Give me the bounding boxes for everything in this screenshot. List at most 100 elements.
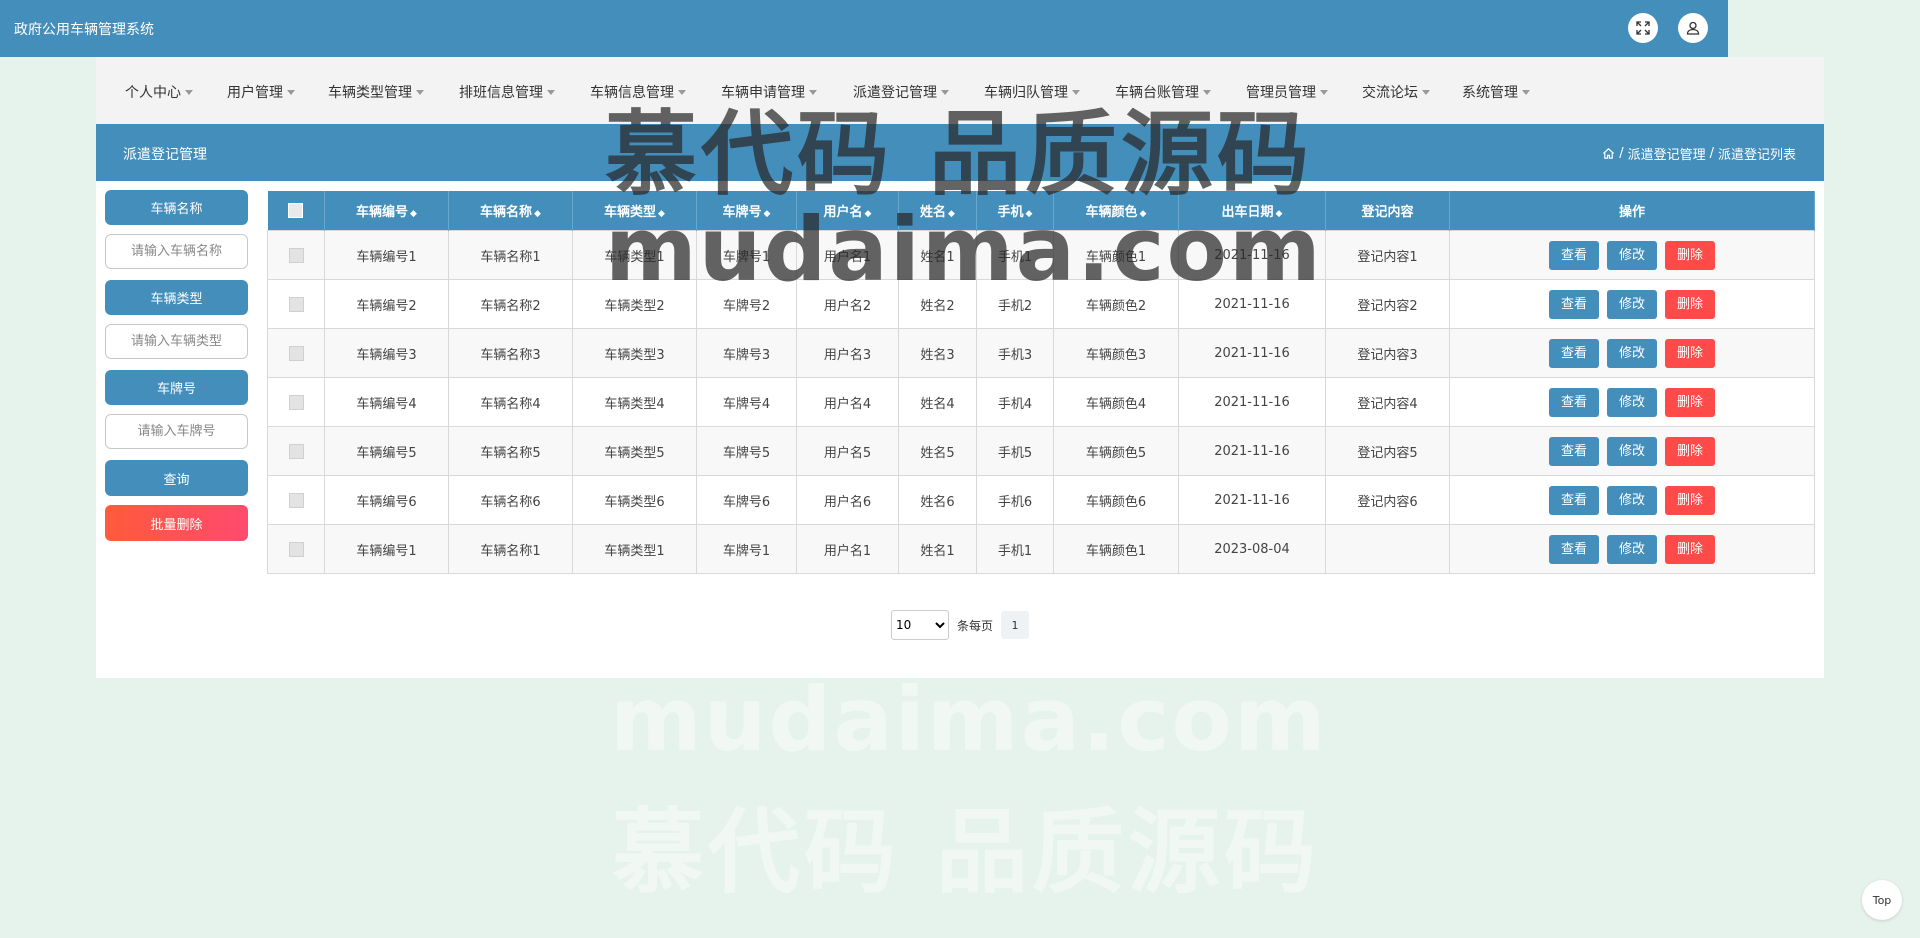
view-button[interactable]: 查看 — [1548, 436, 1599, 466]
table-cell: 车辆颜色4 — [1053, 377, 1179, 427]
delete-button[interactable]: 删除 — [1665, 289, 1716, 319]
table-cell: 姓名5 — [898, 426, 977, 476]
nav-item-8[interactable]: 车辆台账管理 — [1115, 82, 1211, 102]
search-input-plate-number[interactable] — [105, 414, 248, 449]
column-header[interactable]: 车辆颜色 ◆ — [1053, 191, 1179, 231]
caret-down-icon — [1522, 89, 1530, 95]
sort-icon[interactable]: ◆ — [1140, 209, 1147, 219]
table-cell: 车辆名称4 — [448, 377, 573, 427]
table-cell: 2021-11-16 — [1178, 230, 1326, 280]
view-button[interactable]: 查看 — [1548, 338, 1599, 368]
table-header: 车辆编号 ◆ 车辆名称 ◆ 车辆类型 ◆ 车牌号 ◆ 用户名 ◆ 姓名 ◆ 手机 ◆ 车辆颜色 ◆ 出车日期 ◆ 登… — [267, 191, 1815, 231]
row-checkbox[interactable] — [288, 345, 304, 361]
search-input-vehicle-name[interactable] — [105, 234, 248, 269]
row-select-cell — [267, 279, 325, 329]
search-label-vehicle-name: 车辆名称 — [105, 190, 248, 225]
table-cell: 车辆编号1 — [324, 524, 449, 574]
table-cell — [1325, 524, 1450, 574]
table-cell: 车牌号1 — [696, 524, 797, 574]
table-cell: 手机4 — [976, 377, 1054, 427]
column-header[interactable]: 用户名 ◆ — [796, 191, 899, 231]
sort-icon[interactable]: ◆ — [534, 209, 541, 219]
delete-button[interactable]: 删除 — [1665, 485, 1716, 515]
nav-item-3[interactable]: 排班信息管理 — [459, 82, 555, 102]
query-button[interactable]: 查询 — [105, 460, 248, 496]
view-button[interactable]: 查看 — [1548, 289, 1599, 319]
edit-button[interactable]: 修改 — [1606, 338, 1657, 368]
view-button[interactable]: 查看 — [1548, 485, 1599, 515]
column-header[interactable]: 车辆类型 ◆ — [572, 191, 697, 231]
column-header[interactable]: 手机 ◆ — [976, 191, 1054, 231]
batch-delete-button[interactable]: 批量删除 — [105, 505, 248, 541]
sort-icon[interactable]: ◆ — [1026, 209, 1033, 219]
page-number-current[interactable]: 1 — [1001, 611, 1030, 639]
table-cell: 车辆颜色3 — [1053, 328, 1179, 378]
column-header[interactable]: 车牌号 ◆ — [696, 191, 797, 231]
row-checkbox[interactable] — [288, 296, 304, 312]
nav-item-label: 用户管理 — [227, 85, 283, 101]
nav-item-6[interactable]: 派遣登记管理 — [853, 82, 949, 102]
table-cell: 车辆编号3 — [324, 328, 449, 378]
table-cell: 车辆类型1 — [572, 524, 697, 574]
delete-button[interactable]: 删除 — [1665, 338, 1716, 368]
sort-icon[interactable]: ◆ — [658, 209, 665, 219]
delete-button[interactable]: 删除 — [1665, 240, 1716, 270]
edit-button[interactable]: 修改 — [1606, 485, 1657, 515]
nav-item-0[interactable]: 个人中心 — [125, 82, 193, 102]
nav-item-4[interactable]: 车辆信息管理 — [590, 82, 686, 102]
sort-icon[interactable]: ◆ — [865, 209, 872, 219]
nav-item-5[interactable]: 车辆申请管理 — [721, 82, 817, 102]
view-button[interactable]: 查看 — [1548, 240, 1599, 270]
sort-icon[interactable]: ◆ — [764, 209, 771, 219]
nav-item-1[interactable]: 用户管理 — [227, 82, 295, 102]
row-actions: 查看 修改 删除 — [1449, 279, 1815, 329]
column-header[interactable]: 出车日期 ◆ — [1178, 191, 1326, 231]
back-to-top-button[interactable]: Top — [1862, 880, 1902, 920]
row-checkbox[interactable] — [288, 394, 304, 410]
edit-button[interactable]: 修改 — [1606, 240, 1657, 270]
column-header[interactable]: 姓名 ◆ — [898, 191, 977, 231]
column-header-label: 操作 — [1618, 205, 1645, 220]
nav-item-9[interactable]: 管理员管理 — [1246, 82, 1328, 102]
table-cell: 登记内容1 — [1325, 230, 1450, 280]
row-checkbox[interactable] — [288, 247, 304, 263]
edit-button[interactable]: 修改 — [1606, 289, 1657, 319]
delete-button[interactable]: 删除 — [1665, 436, 1716, 466]
view-button[interactable]: 查看 — [1548, 534, 1599, 564]
edit-button[interactable]: 修改 — [1606, 387, 1657, 417]
row-select-cell — [267, 475, 325, 525]
home-icon[interactable] — [1602, 147, 1615, 160]
nav-item-11[interactable]: 系统管理 — [1462, 82, 1530, 102]
search-input-vehicle-type[interactable] — [105, 324, 248, 359]
table-cell: 车辆类型1 — [572, 230, 697, 280]
fullscreen-button[interactable] — [1628, 13, 1658, 43]
row-checkbox[interactable] — [288, 443, 304, 459]
page-size-select[interactable]: 10 — [891, 610, 949, 640]
edit-button[interactable]: 修改 — [1606, 436, 1657, 466]
delete-button[interactable]: 删除 — [1665, 387, 1716, 417]
nav-item-2[interactable]: 车辆类型管理 — [328, 82, 424, 102]
column-header[interactable]: 车辆编号 ◆ — [324, 191, 449, 231]
column-header[interactable]: 车辆名称 ◆ — [448, 191, 573, 231]
delete-button[interactable]: 删除 — [1665, 534, 1716, 564]
breadcrumb-item-section[interactable]: 派遣登记管理 — [1628, 144, 1706, 163]
nav-item-10[interactable]: 交流论坛 — [1362, 82, 1430, 102]
edit-button[interactable]: 修改 — [1606, 534, 1657, 564]
row-checkbox[interactable] — [288, 492, 304, 508]
nav-item-7[interactable]: 车辆归队管理 — [984, 82, 1080, 102]
table-cell: 车辆颜色6 — [1053, 475, 1179, 525]
user-menu-button[interactable] — [1678, 13, 1708, 43]
sort-icon[interactable]: ◆ — [410, 209, 417, 219]
view-button[interactable]: 查看 — [1548, 387, 1599, 417]
row-actions: 查看 修改 删除 — [1449, 328, 1815, 378]
app-title: 政府公用车辆管理系统 — [14, 22, 154, 38]
row-select-cell — [267, 328, 325, 378]
watermark-cn: 慕代码 品质源码 — [612, 799, 1321, 906]
breadcrumb-separator: / — [1619, 146, 1624, 161]
select-all-checkbox[interactable] — [288, 203, 304, 218]
sort-icon[interactable]: ◆ — [1276, 209, 1283, 219]
sort-icon[interactable]: ◆ — [948, 209, 955, 219]
table-cell: 车牌号3 — [696, 328, 797, 378]
row-checkbox[interactable] — [288, 541, 304, 557]
row-select-cell — [267, 426, 325, 476]
